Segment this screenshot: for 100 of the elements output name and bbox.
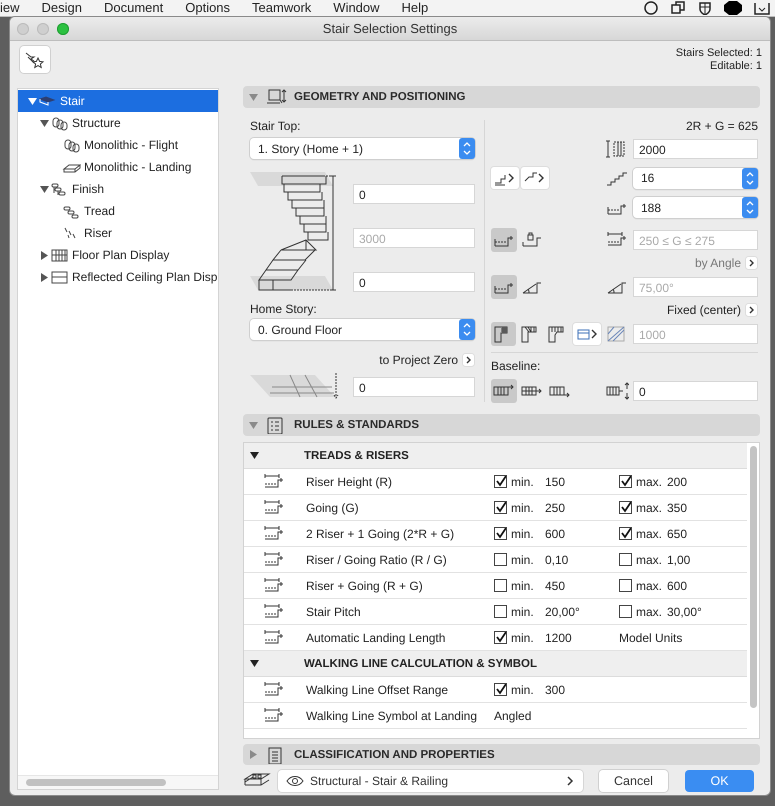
menu-item[interactable]: Teamwork — [241, 0, 322, 16]
riser-dropdown[interactable]: 16 — [633, 168, 758, 188]
limit-value: 600 — [667, 578, 688, 592]
tree-item[interactable]: Stair — [18, 90, 218, 112]
menu-item[interactable]: Help — [390, 0, 440, 16]
checkbox[interactable] — [494, 631, 507, 644]
stepper-icon[interactable] — [742, 168, 758, 188]
option-toggle[interactable] — [491, 228, 517, 252]
menu-item[interactable]: iew — [0, 0, 31, 16]
stepper-icon[interactable] — [459, 319, 475, 340]
input-field[interactable]: 0 — [353, 184, 475, 204]
expand-triangle-icon[interactable] — [40, 250, 48, 260]
rectangle-icon — [50, 269, 69, 285]
input-field[interactable]: 0 — [353, 272, 475, 292]
tree-item[interactable]: Finish — [18, 178, 218, 200]
checkbox[interactable] — [494, 475, 507, 488]
check-icon — [620, 528, 631, 539]
option-toggle[interactable] — [491, 322, 516, 346]
checkbox[interactable] — [619, 527, 632, 540]
rule-name: Going (G) — [306, 500, 360, 514]
collapse-triangle-icon[interactable] — [250, 659, 258, 668]
limit-value: 1200 — [545, 630, 573, 644]
cancel-button[interactable]: Cancel — [599, 770, 668, 792]
tree-item[interactable]: Reflected Ceiling Plan Displ — [18, 266, 218, 288]
expand-triangle-icon[interactable] — [40, 272, 48, 282]
limit-label: min. — [511, 682, 534, 696]
option-toggle[interactable] — [491, 275, 517, 299]
input-field[interactable]: 2000 — [633, 139, 758, 159]
octagon-icon[interactable] — [724, 1, 742, 15]
shield-icon[interactable] — [697, 1, 713, 15]
popup-button[interactable]: by Angle — [694, 255, 758, 271]
rule-name: Riser + Going (R + G) — [306, 578, 424, 592]
scrollbar-thumb[interactable] — [26, 779, 166, 786]
limit-value: 200 — [667, 474, 688, 488]
limit-label: min. — [511, 604, 534, 618]
tree-item[interactable]: Riser — [18, 222, 218, 244]
view-dropdown[interactable]: Structural - Stair & Railing — [278, 770, 583, 792]
limit-label: min. — [511, 500, 534, 514]
tree-item[interactable]: Structure — [18, 112, 218, 134]
input-field[interactable]: 0 — [353, 377, 475, 397]
menu-item[interactable]: Options — [174, 0, 242, 16]
story-dropdown[interactable]: 0. Ground Floor — [250, 319, 475, 340]
checkbox[interactable] — [619, 501, 632, 514]
checkbox[interactable] — [494, 501, 507, 514]
stepper-icon[interactable] — [742, 197, 758, 218]
check-icon — [495, 528, 506, 539]
menu-item[interactable]: Window — [322, 0, 391, 16]
checkbox[interactable] — [619, 579, 632, 592]
checkbox[interactable] — [494, 579, 507, 592]
zoom-button[interactable] — [57, 22, 69, 34]
limit-label: max. — [636, 526, 662, 540]
checkbox[interactable] — [494, 553, 507, 566]
selection-count: Editable: 1 — [710, 60, 762, 73]
input-field[interactable]: 0 — [633, 381, 758, 401]
option-toggle[interactable] — [491, 379, 517, 403]
tree-item[interactable]: Floor Plan Display — [18, 244, 218, 266]
checkbox[interactable] — [494, 683, 507, 696]
limit-value: 450 — [545, 578, 566, 592]
unit-text: Model Units — [619, 630, 684, 644]
collapse-triangle-icon[interactable] — [250, 451, 258, 460]
circle-icon[interactable] — [643, 1, 659, 15]
group-header[interactable]: WALKING LINE CALCULATION & SYMBOL — [244, 651, 747, 677]
stepper-icon[interactable] — [459, 138, 475, 159]
grid-icon — [50, 247, 69, 263]
checkbox[interactable] — [619, 605, 632, 618]
menu-item[interactable]: Document — [92, 0, 174, 16]
tree-item[interactable]: Monolithic - Flight — [18, 134, 218, 156]
box-icon[interactable] — [753, 1, 771, 15]
window-icon[interactable] — [670, 1, 686, 15]
check-icon — [620, 502, 631, 513]
tree-item[interactable]: Tread — [18, 200, 218, 222]
popup-button[interactable]: to Project Zero — [379, 352, 475, 368]
stair-type-button[interactable] — [491, 167, 519, 189]
stair-type-button[interactable] — [521, 167, 549, 189]
section-header[interactable]: RULES & STANDARDS — [243, 414, 760, 436]
story-dropdown[interactable]: 1. Story (Home + 1) — [250, 138, 475, 159]
input-field: 75,00° — [633, 277, 758, 297]
limit-label: min. — [511, 526, 534, 540]
collapse-triangle-icon[interactable] — [40, 118, 48, 128]
field-label: Baseline: — [491, 358, 542, 374]
section-header[interactable]: CLASSIFICATION AND PROPERTIES — [243, 744, 760, 765]
rule-name: Automatic Landing Length — [306, 630, 446, 644]
walking-line-button[interactable] — [572, 323, 601, 345]
collapse-triangle-icon[interactable] — [40, 184, 48, 194]
input-field: 250 ≤ G ≤ 275 — [633, 230, 758, 250]
menu-item[interactable]: Design — [30, 0, 93, 16]
favorites-button[interactable] — [20, 46, 50, 73]
checkbox[interactable] — [494, 527, 507, 540]
tree-item[interactable]: Monolithic - Landing — [18, 156, 218, 178]
section-header[interactable]: GEOMETRY AND POSITIONING — [243, 86, 760, 108]
scrollbar-thumb[interactable] — [750, 446, 756, 708]
checkbox[interactable] — [619, 475, 632, 488]
checkbox[interactable] — [494, 605, 507, 618]
popup-button[interactable]: Fixed (center) — [666, 302, 758, 318]
riser-dropdown[interactable]: 188 — [633, 197, 758, 218]
limit-value: 300 — [545, 682, 566, 696]
limit-label: max. — [636, 604, 662, 618]
group-header[interactable]: TREADS & RISERS — [244, 443, 747, 469]
checkbox[interactable] — [619, 553, 632, 566]
rule-name: 2 Riser + 1 Going (2*R + G) — [306, 526, 456, 540]
